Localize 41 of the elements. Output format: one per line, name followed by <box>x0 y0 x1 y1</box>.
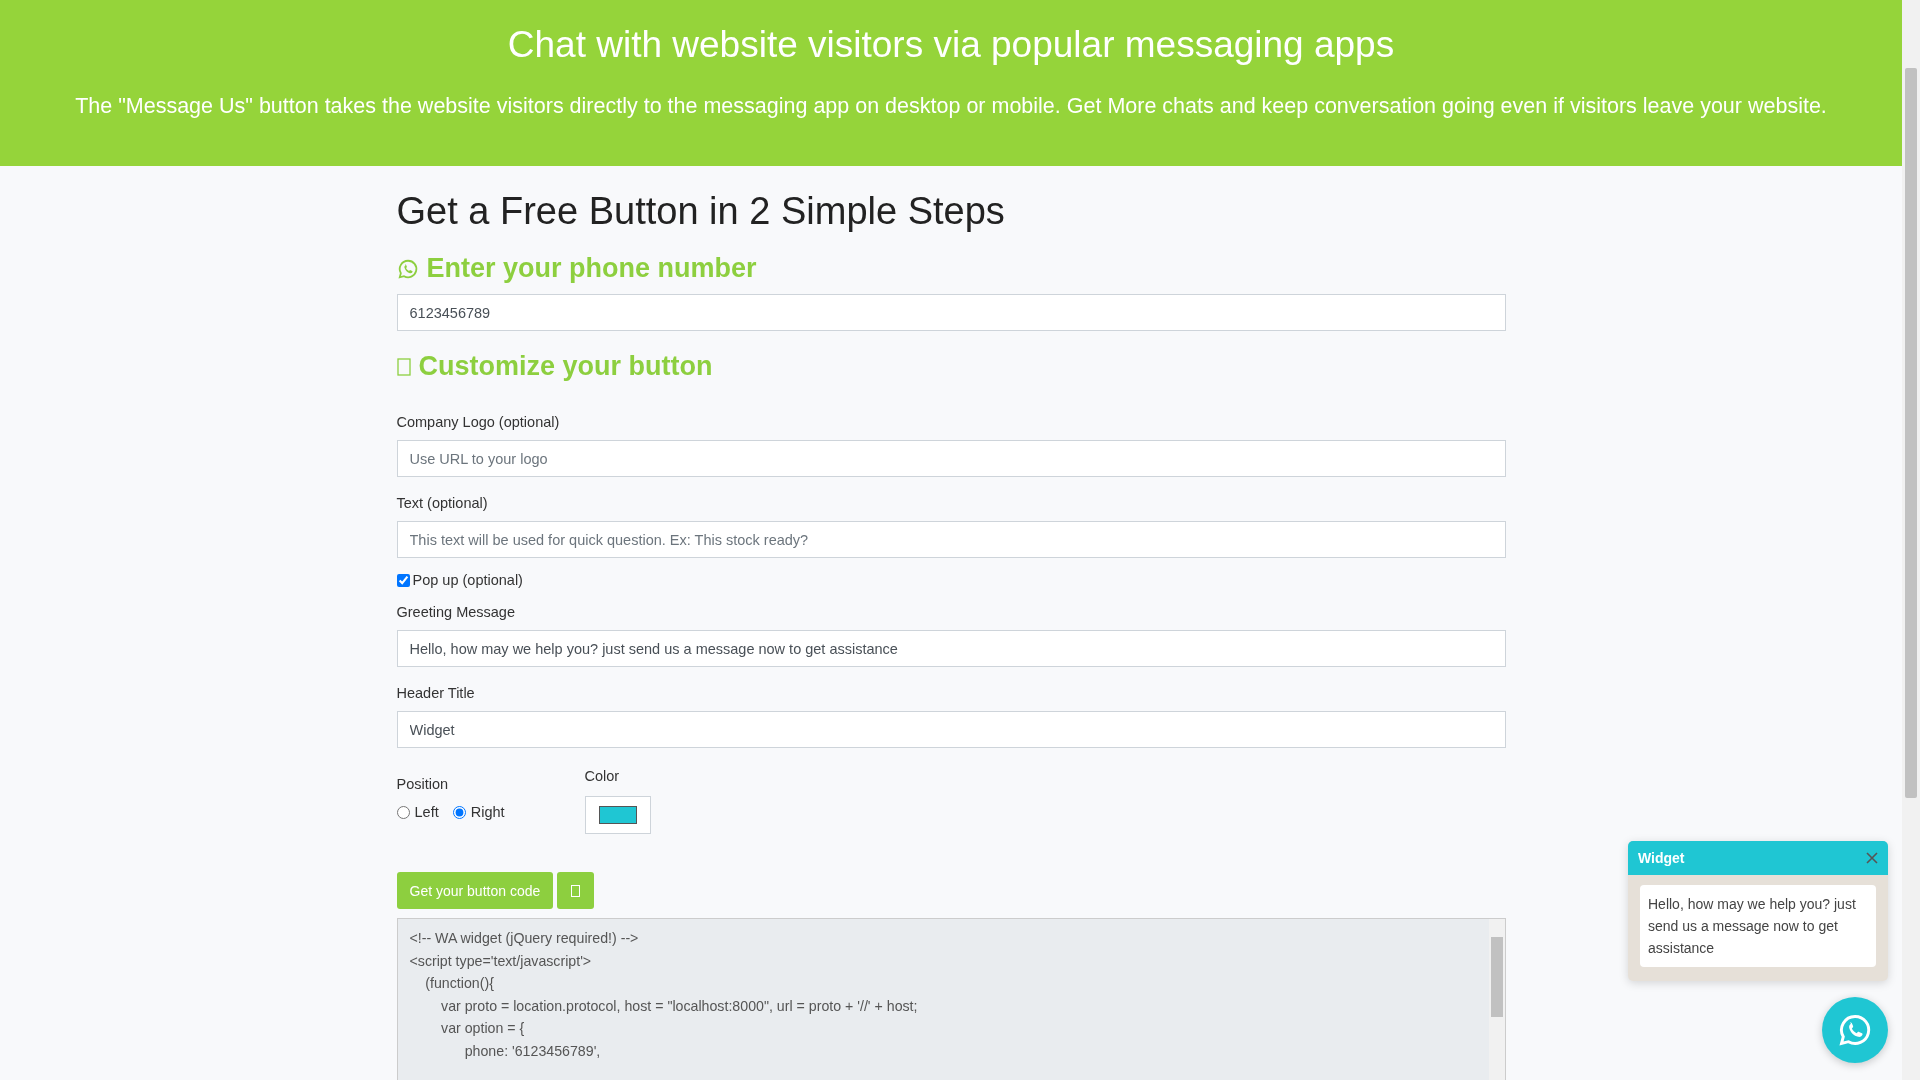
radio-label: Left <box>414 804 439 820</box>
code-line: var proto = location.protocol, host = "localhost:8000", url = proto + '//' + host; <box>440 996 919 1016</box>
position-radio[interactable] <box>396 805 410 819</box>
page-heading: Get a Free Button in 2 Simple Steps <box>396 190 1006 233</box>
chat-button[interactable] <box>1822 997 1888 1063</box>
text-field[interactable]: Use URL to your logo <box>396 440 1506 477</box>
radio-label: Right <box>470 804 505 820</box>
field-label: Position <box>396 776 450 792</box>
close-icon[interactable] <box>1866 852 1878 864</box>
field-label: Header Title <box>396 685 476 701</box>
whatsapp-icon <box>1837 1012 1873 1048</box>
code-line: var option = { <box>440 1019 526 1039</box>
popup-checkbox[interactable] <box>396 573 410 587</box>
greeting-bubble: Hello, how may we help you? just send us a message now to get assistance <box>1640 885 1876 967</box>
field-label: Greeting Message <box>396 604 516 620</box>
code-line: (function(){ <box>424 974 495 994</box>
code-line: <!-- WA widget (jQuery required!) --> <box>409 929 640 948</box>
square-icon <box>571 884 581 897</box>
field-label: Color <box>584 768 621 784</box>
color-picker[interactable] <box>584 796 651 834</box>
textarea-scrollbar[interactable] <box>1488 919 1505 1080</box>
code-textarea[interactable] <box>396 918 1506 1080</box>
text-field[interactable]: Hello, how may we help you? just send us a message now to get assistance <box>396 630 1506 667</box>
text-field[interactable]: This text will be used for quick question. Ex: This stock ready? <box>396 521 1506 558</box>
text-field[interactable]: Widget <box>396 711 1506 748</box>
icon-button[interactable] <box>557 872 595 909</box>
banner-title: Chat with website visitors via popular messaging apps <box>507 24 1395 66</box>
field-label: Company Logo (optional) <box>396 414 561 430</box>
whatsapp-icon <box>396 257 419 280</box>
field-label: Text (optional) <box>396 495 489 511</box>
code-line: phone: '6123456789', <box>463 1041 602 1061</box>
popup-title: Widget <box>1638 850 1685 866</box>
checkbox-label: Pop up (optional) <box>412 572 523 588</box>
banner-subtitle: The "Message Us" button takes the website visitors directly to the messaging app on desktop or mobile. Get More chats and keep conversation going even if visitors leave your website. <box>75 94 1827 119</box>
code-line: <script type='text/javascript'> <box>409 951 593 971</box>
phone-field[interactable]: 6123456789 <box>396 294 1506 331</box>
position-radio[interactable] <box>452 805 466 819</box>
square-icon <box>396 357 411 376</box>
section-title: Enter your phone number <box>426 253 757 284</box>
page-scrollbar[interactable] <box>1902 0 1920 1080</box>
section-title: Customize your button <box>418 351 713 382</box>
